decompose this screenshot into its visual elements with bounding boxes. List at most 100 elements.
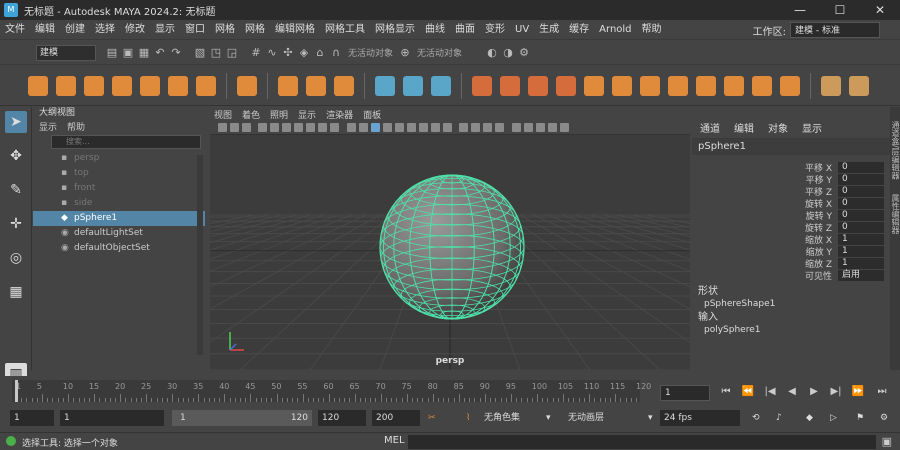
safe-action-icon[interactable] [318, 123, 327, 132]
outliner-item[interactable]: ▪ side [33, 196, 205, 211]
cylinder-icon[interactable] [84, 75, 104, 96]
viewport-menu-lighting[interactable]: 照明 [270, 108, 288, 121]
select-tool-icon[interactable]: ➤ [5, 111, 27, 133]
cube-icon[interactable] [56, 75, 76, 96]
separate-icon[interactable] [403, 75, 423, 96]
range-slider-bar[interactable]: 1 120 [172, 410, 312, 426]
menu-curves[interactable]: 曲线 [420, 20, 450, 40]
cone-icon[interactable] [112, 75, 132, 96]
quad-draw-icon[interactable] [724, 75, 744, 96]
render-icon[interactable]: ◐ [486, 46, 498, 59]
menu-mesh-2[interactable]: 网格 [240, 20, 270, 40]
channel-row[interactable]: 旋转 Y0 [692, 209, 890, 222]
select-hierarchy-icon[interactable]: ▧ [194, 46, 206, 59]
fps-dropdown[interactable]: 24 fps [660, 410, 740, 426]
channel-value[interactable]: 0 [838, 173, 884, 185]
target-weld-icon[interactable] [696, 75, 716, 96]
viewport-menu-renderer[interactable]: 渲染器 [326, 108, 353, 121]
ipr-render-icon[interactable]: ◑ [502, 46, 514, 59]
script-language-toggle[interactable]: MEL [384, 435, 405, 446]
extrude-icon[interactable] [584, 75, 604, 96]
film-gate-icon[interactable] [270, 123, 279, 132]
outliner-scrollbar[interactable] [197, 155, 203, 355]
combine-icon[interactable] [375, 75, 395, 96]
viewport-menu-view[interactable]: 视图 [214, 108, 232, 121]
select-component-icon[interactable]: ◲ [226, 46, 238, 59]
outliner-item[interactable]: ▪ top [33, 166, 205, 181]
torus-icon[interactable] [140, 75, 160, 96]
lasso-tool-icon[interactable]: ✥ [5, 145, 27, 167]
channel-row[interactable]: 平移 X0 [692, 161, 890, 174]
workspace-dropdown[interactable]: 建模 - 标准 [790, 22, 880, 38]
fill-hole-icon[interactable] [556, 75, 576, 96]
character-set-dropdown[interactable]: 无角色集 [484, 410, 520, 426]
lights-icon[interactable] [394, 123, 404, 132]
menu-mesh-tools[interactable]: 网格工具 [320, 20, 370, 40]
channel-value[interactable]: 0 [838, 185, 884, 197]
snap-grid-icon[interactable]: # [250, 46, 262, 59]
key-filter-icon[interactable]: ⚑ [856, 410, 864, 426]
backface-icon[interactable] [495, 123, 504, 132]
object-name[interactable]: pSphere1 [692, 139, 890, 155]
go-to-end-icon[interactable]: ⏭ [874, 384, 890, 400]
menu-mesh-display[interactable]: 网格显示 [370, 20, 420, 40]
text-icon[interactable] [306, 75, 326, 96]
outliner-menu-help[interactable]: 帮助 [67, 120, 85, 133]
outliner-item[interactable]: ◉ defaultObjectSet [33, 241, 205, 256]
channel-row[interactable]: 平移 Y0 [692, 173, 890, 186]
step-forward-key-icon[interactable]: ⏩ [850, 384, 866, 400]
viewport-menu-show[interactable]: 显示 [298, 108, 316, 121]
hud-icon[interactable] [547, 123, 557, 132]
menu-windows[interactable]: 窗口 [180, 20, 210, 40]
shape-node[interactable]: pSphereShape1 [692, 298, 890, 311]
history-icon[interactable]: ⊕ [399, 46, 411, 59]
character-set-icon[interactable]: ✂ [428, 410, 436, 426]
viewport-canvas[interactable]: persp [0, 135, 900, 371]
ao-icon[interactable] [418, 123, 428, 132]
channel-box-menu-channels[interactable]: 通道 [700, 120, 720, 135]
motion-blur-icon[interactable] [430, 123, 440, 132]
gate-mask-icon[interactable] [294, 123, 303, 132]
channel-row[interactable]: 缩放 Y1 [692, 245, 890, 258]
isolate-icon[interactable] [459, 123, 468, 132]
undo-icon[interactable]: ↶ [154, 46, 166, 59]
freeze-transform-icon[interactable] [780, 75, 800, 96]
character-menu-icon[interactable]: ⌇ [466, 410, 470, 426]
close-button[interactable]: ✕ [860, 0, 900, 20]
move-tool-icon[interactable]: ✛ [5, 213, 27, 235]
step-forward-frame-icon[interactable]: ▶| [828, 384, 844, 400]
channel-box-menu-object[interactable]: 对象 [768, 120, 788, 135]
play-backward-icon[interactable]: ◀ [784, 384, 800, 400]
channel-box-menu-show[interactable]: 显示 [802, 120, 822, 135]
script-editor-icon[interactable]: ▣ [882, 435, 892, 448]
channel-value[interactable]: 0 [838, 161, 884, 173]
plane-icon[interactable] [168, 75, 188, 96]
curve-tool-icon[interactable] [821, 75, 841, 96]
bridge-icon[interactable] [528, 75, 548, 96]
textured-icon[interactable] [382, 123, 392, 132]
platonic-icon[interactable] [237, 75, 257, 96]
menu-modify[interactable]: 修改 [120, 20, 150, 40]
render-settings-icon[interactable]: ⚙ [518, 46, 530, 59]
wireframe-icon[interactable] [346, 123, 356, 132]
playback-end-field[interactable]: 120 [318, 410, 366, 426]
channel-value[interactable]: 启用 [838, 269, 884, 281]
save-scene-icon[interactable]: ▦ [138, 46, 150, 59]
open-scene-icon[interactable]: ▣ [122, 46, 134, 59]
input-node[interactable]: polySphere1 [692, 324, 890, 337]
star-icon[interactable] [278, 75, 298, 96]
select-object-icon[interactable]: ◳ [210, 46, 222, 59]
outliner-item[interactable]: ▪ persp [33, 151, 205, 166]
scale-tool-icon[interactable]: ▦ [5, 281, 27, 303]
gamma-icon[interactable] [523, 123, 533, 132]
menu-edit[interactable]: 编辑 [30, 20, 60, 40]
wireframe-on-shaded-icon[interactable] [370, 123, 380, 132]
snap-surface-icon[interactable]: ⌂ [314, 46, 326, 59]
menu-mesh[interactable]: 网格 [210, 20, 240, 40]
channel-row[interactable]: 旋转 Z0 [692, 221, 890, 234]
channel-value[interactable]: 1 [838, 233, 884, 245]
ep-curve-icon[interactable] [849, 75, 869, 96]
camera-attributes-icon[interactable] [217, 123, 227, 132]
channel-row[interactable]: 缩放 Z1 [692, 257, 890, 270]
time-slider-track[interactable]: 1 5 10 15 20 25 30 35 40 45 50 55 60 65 70 75 80 85 90 95 10… [12, 380, 651, 402]
